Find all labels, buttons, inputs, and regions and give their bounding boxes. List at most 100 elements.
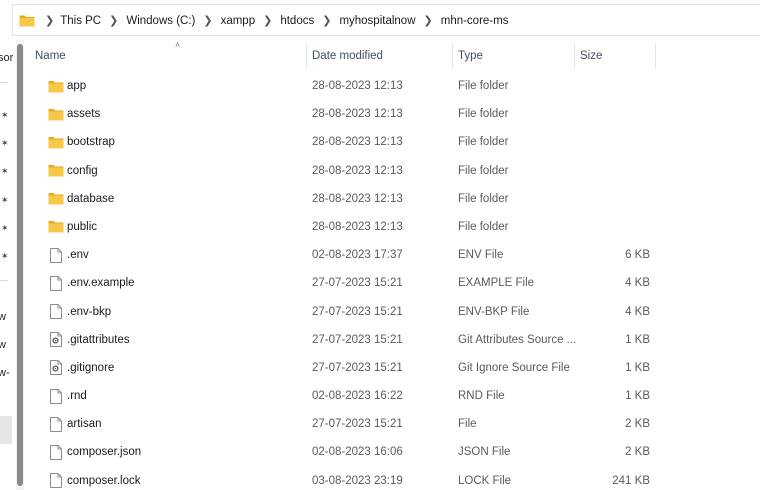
column-header-size[interactable]: Size <box>575 38 656 74</box>
breadcrumb-item[interactable]: myhospitalnow <box>339 15 415 27</box>
column-header-label: Type <box>458 50 483 62</box>
nav-scrollbar[interactable] <box>16 40 24 490</box>
column-header-label: Size <box>580 50 603 62</box>
file-name-cell[interactable]: .rnd <box>48 382 298 410</box>
chevron-right-icon[interactable]: ❯ <box>263 15 272 27</box>
pin-icon: ✶ <box>1 223 9 233</box>
file-name-cell[interactable]: database <box>48 185 298 213</box>
file-row[interactable]: .env.example 27-07-2023 15:21 EXAMPLE File… <box>24 269 760 297</box>
divider <box>0 82 8 83</box>
breadcrumb-item[interactable]: htdocs <box>280 15 314 27</box>
chevron-right-icon[interactable]: ❯ <box>109 15 118 27</box>
file-name-cell[interactable]: bootstrap <box>48 128 298 156</box>
file-name-cell[interactable]: .env-bkp <box>48 298 298 326</box>
folder-icon <box>48 163 64 179</box>
address-bar[interactable]: ❯ This PC ❯ Windows (C:) ❯ xampp ❯ htdocs ❯ myho… <box>12 4 760 36</box>
file-name-cell[interactable]: app <box>48 72 298 100</box>
chevron-right-icon[interactable]: ❯ <box>203 15 212 27</box>
file-date-modified: 02-08-2023 16:22 <box>312 390 403 403</box>
scroll-thumb[interactable] <box>17 44 23 486</box>
file-date-modified: 02-08-2023 17:37 <box>312 249 403 262</box>
file-name-cell[interactable]: config <box>48 157 298 185</box>
file-date-modified: 28-08-2023 12:13 <box>312 192 403 205</box>
file-name: public <box>67 220 98 233</box>
nav-item-label[interactable]: w <box>0 311 6 323</box>
file-row[interactable]: .gitattributes 27-07-2023 15:21 Git Attrib… <box>24 326 760 354</box>
file-row[interactable]: artisan 27-07-2023 15:21 File 2 KB <box>24 410 760 438</box>
file-row[interactable]: .rnd 02-08-2023 16:22 RND File 1 KB <box>24 382 760 410</box>
nav-selected-item[interactable] <box>0 416 12 444</box>
file-date-modified: 27-07-2023 15:21 <box>312 333 403 346</box>
file-size <box>574 100 650 128</box>
gear-file-icon <box>48 332 64 348</box>
file-date-modified: 28-08-2023 12:13 <box>312 220 403 233</box>
file-type: File folder <box>458 80 509 92</box>
file-type: EXAMPLE File <box>458 277 535 290</box>
file-name: .rnd <box>67 390 87 403</box>
nav-item-label[interactable]: w <box>0 339 6 351</box>
file-name-cell[interactable]: artisan <box>48 410 298 438</box>
file-row[interactable]: composer.json 02-08-2023 16:06 JSON File 2 … <box>24 438 760 466</box>
file-type: File folder <box>458 164 509 177</box>
file-date-modified: 27-07-2023 15:21 <box>312 418 403 431</box>
file-date-modified: 03-08-2023 23:19 <box>312 474 403 487</box>
file-row[interactable]: .env-bkp 27-07-2023 15:21 ENV-BKP File 4 KB <box>24 298 760 326</box>
file-name: app <box>67 80 87 92</box>
file-row[interactable]: database 28-08-2023 12:13 File folder <box>24 185 760 213</box>
file-row[interactable]: bootstrap 28-08-2023 12:13 File folder <box>24 128 760 156</box>
file-date-modified: 28-08-2023 12:13 <box>312 108 403 121</box>
column-header-name[interactable]: Name <box>24 38 307 74</box>
file-name-cell[interactable]: .env <box>48 241 298 269</box>
column-header-label: Date modified <box>312 50 383 62</box>
file-row[interactable]: .gitignore 27-07-2023 15:21 Git Ignore Sou… <box>24 354 760 382</box>
file-name: composer.json <box>67 446 142 459</box>
chevron-right-icon[interactable]: ❯ <box>424 15 433 27</box>
chevron-right-icon[interactable]: ❯ <box>322 15 331 27</box>
file-date-modified: 28-08-2023 12:13 <box>312 164 403 177</box>
file-name-cell[interactable]: assets <box>48 100 298 128</box>
file-name-cell[interactable]: .env.example <box>48 269 298 297</box>
file-name: .env.example <box>67 277 135 290</box>
breadcrumb-item[interactable]: mhn-core-ms <box>441 15 509 27</box>
file-type: LOCK File <box>458 474 512 487</box>
file-list: app 28-08-2023 12:13 File folder assets 28-0… <box>24 72 760 490</box>
file-date-modified: 27-07-2023 15:21 <box>312 277 403 290</box>
file-type: File <box>458 418 477 431</box>
file-size: 4 KB <box>625 305 650 318</box>
file-row[interactable]: composer.lock 03-08-2023 23:19 LOCK File 24… <box>24 467 760 490</box>
file-name-cell[interactable]: .gitignore <box>48 354 298 382</box>
breadcrumb-item[interactable]: This PC <box>60 15 101 27</box>
file-name-cell[interactable]: public <box>48 213 298 241</box>
file-name: .env <box>67 249 89 262</box>
breadcrumb-item[interactable]: xampp <box>221 15 256 27</box>
file-row[interactable]: public 28-08-2023 12:13 File folder <box>24 213 760 241</box>
file-date-modified: 28-08-2023 12:13 <box>312 80 403 92</box>
file-name-cell[interactable]: composer.json <box>48 438 298 466</box>
file-row[interactable]: config 28-08-2023 12:13 File folder <box>24 157 760 185</box>
file-type: File folder <box>458 220 509 233</box>
breadcrumb-item[interactable]: Windows (C:) <box>126 15 195 27</box>
file-name-cell[interactable]: .gitattributes <box>48 326 298 354</box>
file-icon <box>48 416 64 432</box>
file-name-cell[interactable]: composer.lock <box>48 467 298 490</box>
file-size: 241 KB <box>612 474 650 487</box>
file-icon <box>48 388 64 404</box>
file-type: RND File <box>458 390 505 403</box>
navigation-pane: sor ✶ ✶ ✶ ✶ ✶ ✶ w w w- <box>0 40 16 490</box>
file-row[interactable]: .env 02-08-2023 17:37 ENV File 6 KB <box>24 241 760 269</box>
chevron-right-icon[interactable]: ❯ <box>45 14 54 27</box>
column-header-date[interactable]: Date modified <box>307 38 453 74</box>
file-icon <box>48 304 64 320</box>
file-size <box>574 185 650 213</box>
gear-file-icon <box>48 360 64 376</box>
nav-item-label[interactable]: sor <box>0 52 13 64</box>
file-size: 6 KB <box>625 249 650 262</box>
file-name: .env-bkp <box>67 305 112 318</box>
file-size <box>574 128 650 156</box>
nav-item-label[interactable]: w- <box>0 367 10 379</box>
file-date-modified: 02-08-2023 16:06 <box>312 446 403 459</box>
column-header-type[interactable]: Type <box>453 38 575 74</box>
folder-icon <box>48 78 64 94</box>
file-row[interactable]: assets 28-08-2023 12:13 File folder <box>24 100 760 128</box>
file-row[interactable]: app 28-08-2023 12:13 File folder <box>24 72 760 100</box>
